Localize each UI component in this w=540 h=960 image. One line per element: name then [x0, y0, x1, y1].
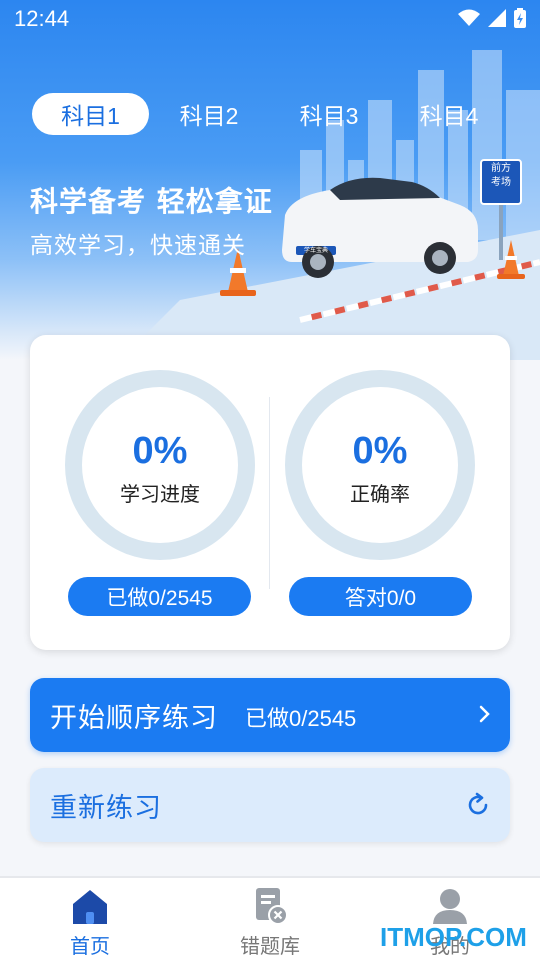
correct-count-pill[interactable]: 答对0/0 — [289, 577, 472, 616]
wifi-icon — [458, 9, 480, 26]
home-icon — [73, 890, 107, 924]
battery-icon — [514, 8, 526, 28]
nav-label-home: 首页 — [70, 934, 110, 958]
tab-subject-3[interactable]: 科目3 — [269, 93, 389, 135]
hero-subline: 高效学习，快速通关 — [30, 233, 246, 259]
status-time: 12:44 — [14, 6, 70, 31]
app-screen: 前方 考场 学车宝典 12:44 科目1 科目2 科目3 科目4 科学备考 轻松… — [0, 0, 540, 960]
hero-headline: 科学备考 轻松拿证 — [30, 185, 273, 218]
start-sequential-practice-button[interactable]: 开始顺序练习 已做0/2545 — [30, 678, 510, 752]
profile-icon — [433, 889, 467, 924]
sign-text-line2: 考场 — [491, 177, 511, 188]
chevron-right-icon — [479, 705, 490, 723]
sign-text-line1: 前方 — [491, 163, 511, 174]
refresh-icon — [468, 792, 488, 815]
restart-practice-label: 重新练习 — [50, 793, 162, 824]
tab-subject-2[interactable]: 科目2 — [149, 93, 269, 135]
progress-ring: 0% 学习进度 — [65, 370, 255, 560]
stats-divider — [269, 397, 270, 589]
subject-tabs: 科目1 科目2 科目3 科目4 — [32, 93, 509, 135]
start-practice-label: 开始顺序练习 — [50, 703, 218, 734]
car-plate-text: 学车宝典 — [303, 247, 328, 254]
progress-label: 学习进度 — [120, 482, 200, 506]
nav-label-wrong-questions: 错题库 — [240, 934, 300, 958]
watermark-text: ITMOP.COM — [380, 922, 527, 952]
restart-practice-button[interactable]: 重新练习 — [30, 768, 510, 842]
nav-item-wrong-questions[interactable]: 错题库 — [210, 886, 330, 959]
start-practice-count: 已做0/2545 — [245, 706, 357, 731]
done-count-pill[interactable]: 已做0/2545 — [68, 577, 251, 616]
tab-subject-1[interactable]: 科目1 — [32, 93, 149, 135]
accuracy-ring: 0% 正确率 — [285, 370, 475, 560]
accuracy-label: 正确率 — [350, 482, 410, 506]
progress-value: 0% — [132, 430, 188, 472]
accuracy-value: 0% — [352, 430, 408, 472]
nav-item-home[interactable]: 首页 — [30, 886, 150, 959]
wrong-questions-icon — [256, 888, 288, 925]
tab-subject-4[interactable]: 科目4 — [389, 93, 509, 135]
signal-icon — [488, 9, 506, 27]
stats-card: 0% 学习进度 0% 正确率 已做0/2545 答对0/0 — [30, 335, 510, 650]
status-bar: 12:44 — [0, 0, 540, 40]
